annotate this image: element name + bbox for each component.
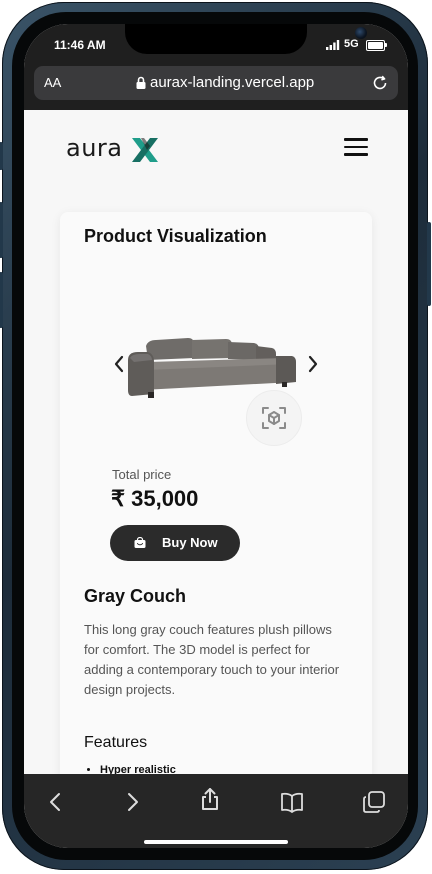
- tabs-icon[interactable]: [362, 790, 386, 814]
- power-button: [427, 222, 431, 306]
- url-bar[interactable]: AA aurax-landing.vercel.app: [34, 66, 398, 100]
- notch: [125, 24, 367, 54]
- feature-item: Hyper realistic: [100, 764, 176, 774]
- 3d-cube-icon: [262, 407, 286, 429]
- chevron-left-icon[interactable]: [112, 354, 126, 374]
- home-indicator: [144, 840, 288, 844]
- screen: 11:46 AM 5G AA aurax-landing.vercel.app …: [24, 24, 408, 848]
- volume-down-button: [0, 272, 3, 328]
- product-price: ₹ 35,000: [111, 486, 199, 511]
- shopping-bag-icon: [134, 537, 146, 548]
- reload-icon[interactable]: [370, 73, 390, 93]
- view-in-3d-button[interactable]: [246, 390, 302, 446]
- hamburger-icon[interactable]: [344, 138, 368, 158]
- mute-switch: [0, 142, 3, 170]
- product-card: Product Visualization Total price ₹ 35,0…: [60, 212, 372, 774]
- volume-up-button: [0, 202, 3, 258]
- features-list: Hyper realistic: [84, 764, 176, 774]
- forward-icon[interactable]: [120, 790, 144, 814]
- product-description: This long gray couch features plush pill…: [84, 622, 340, 697]
- status-time: 11:46 AM: [54, 38, 106, 52]
- features-heading: Features: [84, 734, 148, 751]
- share-icon[interactable]: [198, 787, 222, 811]
- buy-now-label: Buy Now: [162, 535, 218, 550]
- url-text[interactable]: aurax-landing.vercel.app: [150, 74, 314, 91]
- lock-icon: [136, 76, 146, 89]
- logo-x-mark: [132, 138, 158, 162]
- network-type: 5G: [344, 38, 359, 50]
- bookmarks-icon[interactable]: [280, 790, 304, 814]
- browser-top-bar: 11:46 AM 5G AA aurax-landing.vercel.app: [24, 24, 408, 110]
- section-title: Product Visualization: [84, 226, 267, 246]
- chevron-right-icon[interactable]: [306, 354, 320, 374]
- battery-tip: [385, 43, 387, 47]
- signal-icon: [326, 40, 340, 50]
- back-icon[interactable]: [44, 790, 68, 814]
- buy-now-button[interactable]: Buy Now: [110, 525, 240, 561]
- phone-frame: 11:46 AM 5G AA aurax-landing.vercel.app …: [0, 2, 431, 870]
- web-page: aura Product Visualization Total price ₹…: [24, 110, 408, 774]
- logo-text: aura: [66, 134, 123, 162]
- text-size-button[interactable]: AA: [44, 75, 61, 90]
- screen-bezel: 11:46 AM 5G AA aurax-landing.vercel.app …: [12, 12, 418, 860]
- product-name: Gray Couch: [84, 586, 187, 606]
- browser-toolbar: [24, 774, 408, 848]
- battery-icon: [366, 40, 385, 51]
- price-label: Total price: [112, 467, 172, 482]
